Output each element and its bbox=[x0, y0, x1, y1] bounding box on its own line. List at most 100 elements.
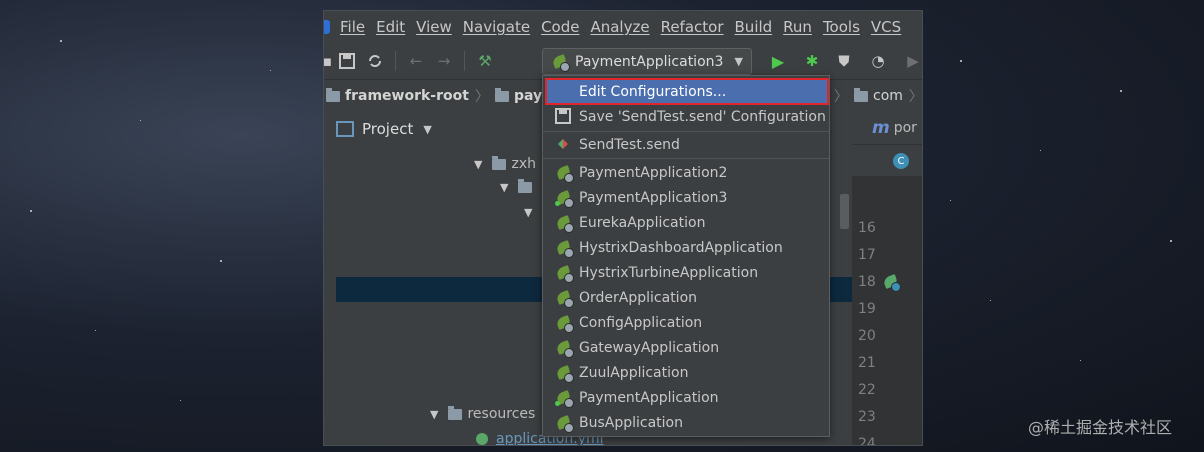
run-icon[interactable]: ▶ bbox=[767, 50, 789, 72]
menu-analyze[interactable]: Analyze bbox=[590, 18, 649, 36]
line-number: 22 bbox=[858, 382, 876, 398]
line-number: 21 bbox=[858, 355, 876, 371]
menu-item-label: Edit Configurations... bbox=[579, 83, 727, 100]
expand-arrow-icon: ▼ bbox=[500, 181, 509, 194]
menu-run[interactable]: Run bbox=[783, 18, 812, 36]
line-number: 24 bbox=[858, 436, 876, 446]
menu-code[interactable]: Code bbox=[541, 18, 579, 36]
folder-icon bbox=[494, 87, 509, 102]
toolbar-separator bbox=[464, 51, 465, 71]
folder-icon bbox=[854, 87, 868, 102]
menu-refactor[interactable]: Refactor bbox=[661, 18, 724, 36]
expand-arrow-icon: ▼ bbox=[474, 157, 483, 171]
open-folder-icon[interactable]: ▪ bbox=[324, 50, 332, 72]
back-arrow-icon[interactable]: ← bbox=[405, 50, 427, 72]
config-item[interactable]: PaymentApplication3 bbox=[543, 185, 829, 210]
config-item-label: PaymentApplication3 bbox=[579, 189, 728, 206]
menu-view[interactable]: View bbox=[416, 18, 452, 36]
config-item[interactable]: ConfigApplication bbox=[543, 310, 829, 335]
spring-boot-icon bbox=[555, 314, 574, 333]
tree-node-subpackage[interactable]: ▼ bbox=[500, 179, 537, 194]
menu-build[interactable]: Build bbox=[735, 18, 773, 36]
class-icon: C bbox=[893, 153, 909, 169]
config-item[interactable]: ZuulApplication bbox=[543, 360, 829, 385]
editor-area: m por C 16 17 18 19 20 21 22 23 24 bbox=[852, 112, 922, 445]
main-toolbar: ▪ ← → ⚒ PaymentApplication3 ▼ ▶ ✱ ⛊ ◔ ▶ bbox=[324, 43, 922, 79]
chevron-right-icon: 〉 bbox=[908, 89, 923, 105]
run-configuration-selector[interactable]: PaymentApplication3 ▼ bbox=[542, 48, 752, 75]
config-item[interactable]: HystrixTurbineApplication bbox=[543, 260, 829, 285]
dropdown-scrollbar[interactable] bbox=[840, 194, 849, 229]
forward-arrow-icon[interactable]: → bbox=[433, 50, 455, 72]
breadcrumb-package-label: com bbox=[873, 88, 903, 104]
package-icon bbox=[492, 155, 507, 170]
config-item-label: ZuulApplication bbox=[579, 364, 689, 381]
config-item-label: OrderApplication bbox=[579, 289, 698, 306]
menu-separator bbox=[543, 158, 829, 159]
spring-boot-icon bbox=[551, 53, 570, 72]
profiler-icon[interactable]: ◔ bbox=[867, 50, 889, 72]
save-all-icon[interactable] bbox=[336, 50, 358, 72]
config-item[interactable]: PaymentApplication2 bbox=[543, 160, 829, 185]
project-panel-title: Project bbox=[362, 120, 414, 138]
breadcrumb-root-label: framework-root bbox=[345, 88, 469, 104]
folder-icon bbox=[326, 87, 340, 102]
menu-file[interactable]: File bbox=[340, 18, 365, 36]
build-hammer-icon[interactable]: ⚒ bbox=[474, 50, 496, 72]
spring-bean-gutter-icon[interactable] bbox=[882, 273, 901, 292]
spring-boot-icon bbox=[555, 414, 574, 433]
spring-boot-icon bbox=[555, 189, 574, 208]
config-item[interactable]: PaymentApplication bbox=[543, 385, 829, 410]
spring-boot-icon bbox=[555, 214, 574, 233]
tree-node-resources[interactable]: ▼ resources bbox=[430, 405, 536, 422]
edit-configurations-item[interactable]: Edit Configurations... bbox=[543, 79, 829, 104]
line-number: 18 bbox=[858, 274, 876, 290]
chevron-down-icon: ▼ bbox=[423, 122, 432, 136]
coverage-shield-icon[interactable]: ⛊ bbox=[833, 50, 855, 72]
chevron-down-icon: ▼ bbox=[734, 55, 743, 68]
tree-node-zxh[interactable]: ▼ zxh bbox=[474, 155, 536, 172]
menu-tools[interactable]: Tools bbox=[823, 18, 860, 36]
debug-bug-icon[interactable]: ✱ bbox=[801, 50, 823, 72]
breadcrumb-root[interactable]: framework-root bbox=[326, 87, 469, 104]
menu-vcs[interactable]: VCS bbox=[871, 18, 901, 36]
config-item-label: HystrixTurbineApplication bbox=[579, 264, 759, 281]
config-item[interactable]: HystrixDashboardApplication bbox=[543, 235, 829, 260]
run-config-dropdown: Edit Configurations... Save 'SendTest.se… bbox=[542, 75, 849, 437]
line-number-gutter: 16 17 18 19 20 21 22 23 24 bbox=[852, 176, 922, 445]
project-icon bbox=[336, 121, 354, 137]
sync-icon[interactable] bbox=[364, 50, 386, 72]
line-number: 17 bbox=[858, 247, 876, 263]
config-item[interactable]: BusApplication bbox=[543, 410, 829, 435]
editor-tab[interactable]: m por bbox=[852, 112, 922, 144]
config-item-label: ConfigApplication bbox=[579, 314, 703, 331]
sendtest-config-item[interactable]: SendTest.send bbox=[543, 132, 829, 157]
spring-boot-icon bbox=[555, 389, 574, 408]
maven-icon: m bbox=[872, 118, 890, 138]
config-item-label: BusApplication bbox=[579, 414, 683, 431]
tree-node-label: resources bbox=[467, 406, 536, 422]
tree-node-subpackage-2[interactable]: ▼ bbox=[524, 206, 542, 219]
app-icon bbox=[324, 20, 330, 34]
project-panel-header[interactable]: Project ▼ bbox=[336, 116, 432, 142]
save-configuration-item[interactable]: Save 'SendTest.send' Configuration bbox=[543, 104, 829, 129]
menu-item-label: Save 'SendTest.send' Configuration bbox=[579, 108, 826, 125]
menu-edit[interactable]: Edit bbox=[376, 18, 405, 36]
menu-navigate[interactable]: Navigate bbox=[463, 18, 530, 36]
stop-icon[interactable]: ▶ bbox=[902, 50, 922, 72]
config-item[interactable]: OrderApplication bbox=[543, 285, 829, 310]
line-number: 20 bbox=[858, 328, 876, 344]
editor-subtab[interactable]: C bbox=[852, 144, 922, 177]
line-number: 16 bbox=[858, 220, 876, 236]
config-item[interactable]: GatewayApplication bbox=[543, 335, 829, 360]
expand-arrow-icon: ▼ bbox=[524, 206, 533, 219]
ide-window: File Edit View Navigate Code Analyze Ref… bbox=[323, 10, 923, 446]
menu-item-label: SendTest.send bbox=[579, 136, 680, 153]
config-item[interactable]: EurekaApplication bbox=[543, 210, 829, 235]
breadcrumb-package[interactable]: 〉 com 〉 bbox=[834, 86, 923, 106]
spring-boot-icon bbox=[555, 264, 574, 283]
editor-tab-label: por bbox=[893, 120, 917, 136]
resources-folder-icon bbox=[448, 405, 463, 420]
line-number: 23 bbox=[858, 409, 876, 425]
config-item-label: PaymentApplication2 bbox=[579, 164, 728, 181]
